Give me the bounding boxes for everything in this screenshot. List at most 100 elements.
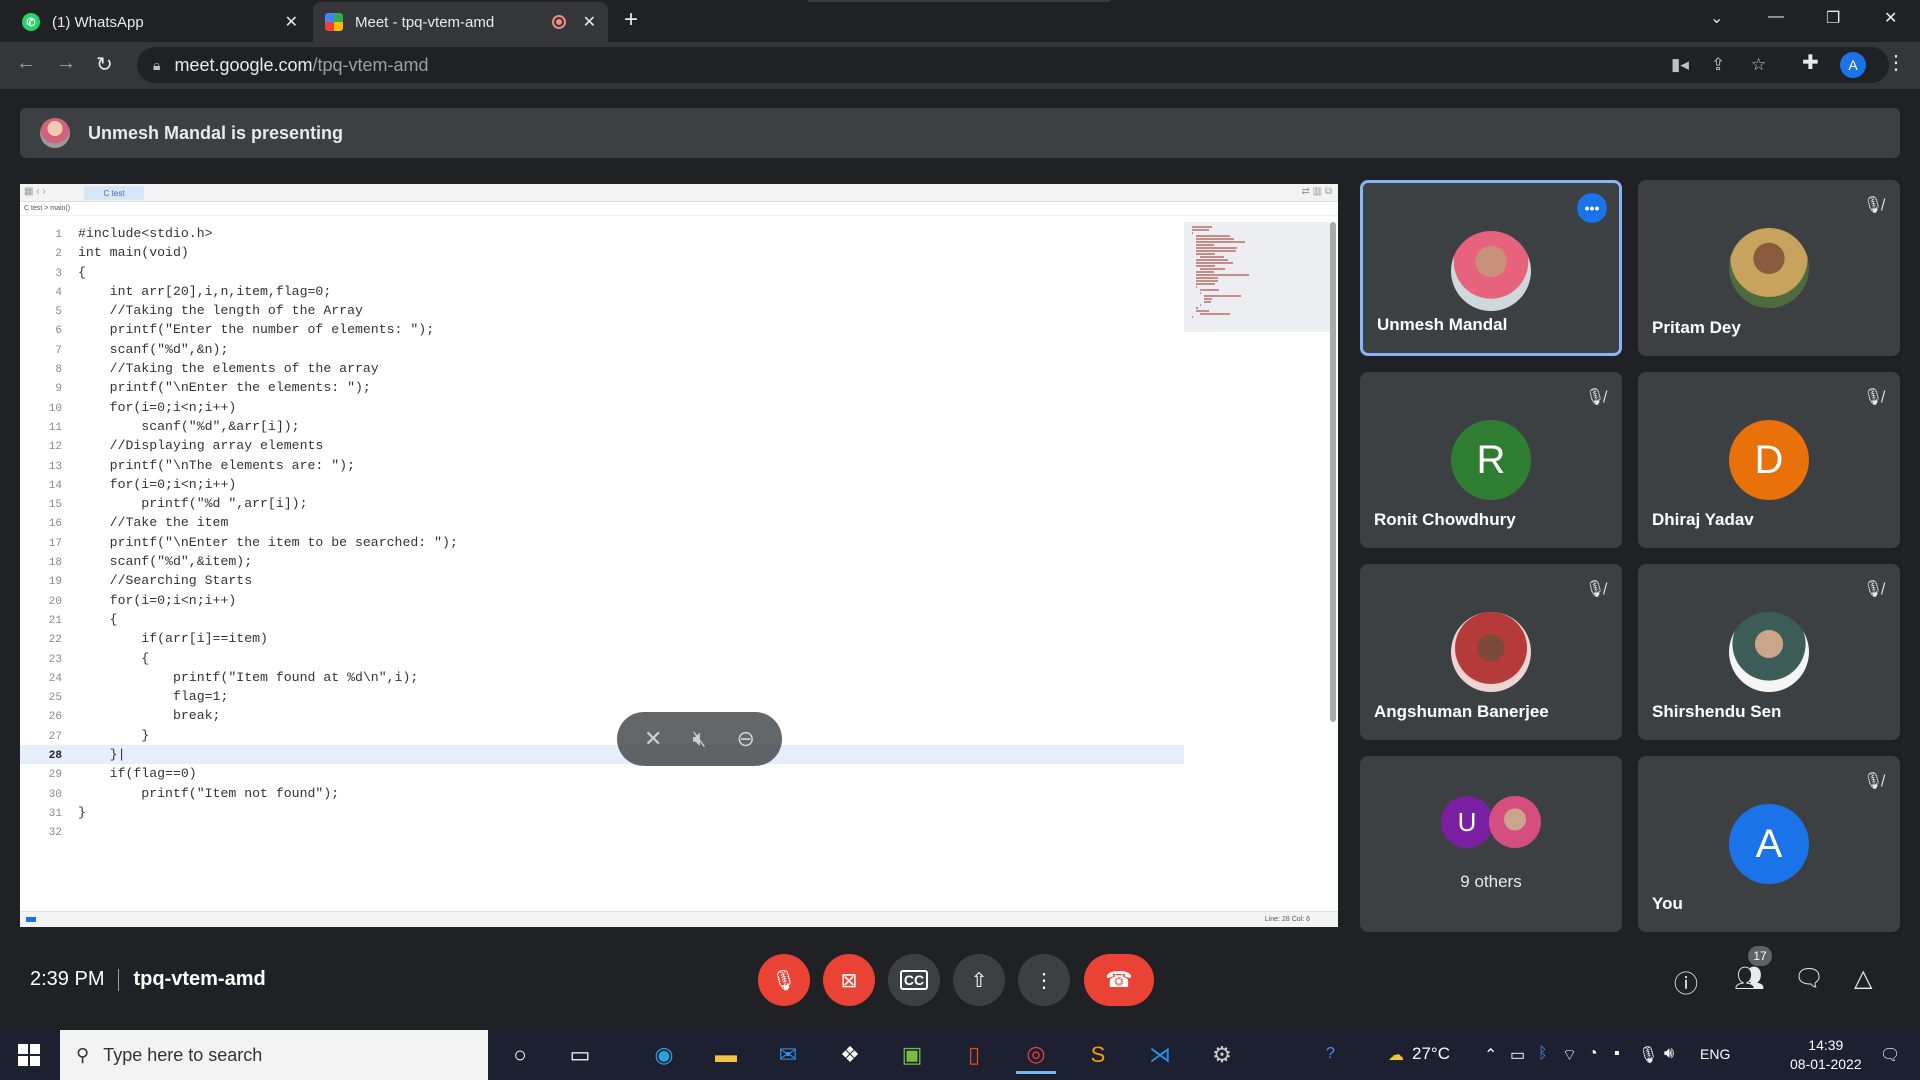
bluetooth-icon[interactable]: ᛒ [1538, 1045, 1548, 1063]
ide-file-tab: C test [84, 186, 144, 200]
avatar [1451, 612, 1531, 692]
mail-icon[interactable]: ✉ [768, 1036, 808, 1074]
close-tab-icon[interactable]: ✕ [583, 12, 596, 32]
presenting-banner: Unmesh Mandal is presenting [20, 108, 1900, 158]
edge-icon[interactable]: ◉ [644, 1036, 684, 1074]
reload-icon[interactable]: ↻ [96, 52, 113, 77]
volume-icon[interactable]: 🔊︎ [1664, 1045, 1674, 1063]
extensions-icon[interactable]: ✚ [1802, 50, 1819, 75]
participant-tile-dhiraj-yadav[interactable]: D 🎙︎̸ Dhiraj Yadav [1638, 372, 1900, 548]
network-icon[interactable]: ⌔ [1562, 1045, 1577, 1065]
mic-toggle-button[interactable]: 🎙︎ [758, 954, 810, 1006]
office-icon[interactable]: ▯ [954, 1036, 994, 1074]
participant-tile-ronit-chowdhury[interactable]: R 🎙︎̸ Ronit Chowdhury [1360, 372, 1622, 548]
search-icon: ⚲ [76, 1044, 90, 1065]
line-number: 32 [48, 827, 62, 840]
present-button[interactable]: ⇧ [953, 954, 1005, 1006]
presenting-text: Unmesh Mandal is presenting [88, 122, 344, 143]
camera-toggle-button[interactable]: ⊠ [823, 954, 875, 1006]
taskbar-search[interactable]: ⚲ Type here to search [60, 1030, 488, 1080]
microphone-icon[interactable]: 🎙︎ [1638, 1045, 1658, 1065]
settings-gear-icon[interactable]: ⚙ [1202, 1036, 1242, 1074]
participant-tile-shirshendu-sen[interactable]: 🎙︎̸ Shirshendu Sen [1638, 564, 1900, 740]
minimap-line [1204, 295, 1242, 297]
help-icon[interactable]: ? [1326, 1045, 1335, 1063]
show-hidden-icons[interactable]: ⌃ [1484, 1045, 1497, 1065]
participant-name: Unmesh Mandal [1377, 315, 1508, 334]
back-icon[interactable]: ← [16, 52, 36, 75]
tab-search-icon[interactable]: ⌄ [1710, 8, 1723, 28]
profile-avatar[interactable]: A [1840, 52, 1866, 78]
avatar: R [1451, 420, 1531, 500]
code-line: 25 flag=1; [20, 687, 1184, 706]
tab-meet[interactable]: Meet - tpq-vtem-amd ✕ [313, 2, 608, 42]
minimap-line [1192, 232, 1194, 234]
code-line: 5 //Taking the length of the Array [20, 301, 1184, 320]
more-options-icon[interactable]: ••• [1577, 193, 1607, 223]
chat-icon[interactable]: 🗨︎ [1794, 964, 1824, 993]
participant-tile-unmesh-mandal[interactable]: ••• Unmesh Mandal [1360, 180, 1622, 356]
cortana-icon[interactable]: ○ [500, 1036, 540, 1074]
avatar: D [1729, 420, 1809, 500]
file-explorer-icon[interactable]: ▬ [706, 1036, 746, 1074]
menu-icon[interactable]: ⋮ [1886, 50, 1906, 75]
minimap-line [1200, 304, 1202, 306]
camera-icon[interactable]: ▮◂ [1671, 55, 1689, 75]
code-text: } [78, 727, 150, 743]
participant-tile-angshuman-banerjee[interactable]: 🎙︎̸ Angshuman Banerjee [1360, 564, 1622, 740]
more-options-button[interactable]: ⋮ [1018, 954, 1070, 1006]
dropbox-icon[interactable]: ❖ [830, 1036, 870, 1074]
close-window-icon[interactable]: ✕ [1884, 8, 1897, 28]
presenter-avatar [40, 118, 70, 148]
sublime-text-icon[interactable]: S [1078, 1036, 1118, 1074]
participant-tile-you[interactable]: A 🎙︎̸ You [1638, 756, 1900, 932]
windows-start-icon[interactable] [18, 1044, 40, 1066]
activities-icon[interactable]: △ [1854, 964, 1872, 993]
address-bar[interactable]: 🔒︎ meet.google.com/tpq-vtem-amd ▮◂ ⇪ ☆ [137, 47, 1889, 83]
code-text: //Take the item [78, 515, 229, 531]
minimap-line [1196, 235, 1230, 237]
mic-off-icon: 🎙︎̸ [1862, 581, 1884, 598]
code-text: printf("Enter the number of elements: ")… [78, 322, 435, 338]
battery-icon[interactable]: ▭ [1510, 1045, 1525, 1065]
share-icon[interactable]: ⇪ [1711, 55, 1725, 75]
vscode-icon[interactable]: ⋊ [1140, 1036, 1180, 1074]
lock-icon[interactable]: 🔒︎ [153, 57, 160, 74]
participant-name: Shirshendu Sen [1652, 702, 1782, 721]
code-text: for(i=0;i<n;i++) [78, 592, 237, 608]
chrome-icon[interactable]: ◎ [1016, 1036, 1056, 1074]
captions-button[interactable]: CC [888, 954, 940, 1006]
restore-icon[interactable]: ❐ [1826, 8, 1840, 28]
language-indicator[interactable]: ENG [1700, 1046, 1730, 1062]
temperature[interactable]: 27°C [1412, 1044, 1450, 1064]
camera-tray-icon[interactable]: ▪ [1614, 1045, 1620, 1063]
avatar [1489, 796, 1541, 848]
new-tab-button[interactable]: + [624, 6, 638, 34]
tile-hover-controls: ✕ 🔇︎ ⊖ [617, 712, 782, 766]
participant-tile-others[interactable]: U 9 others [1360, 756, 1622, 932]
wifi-icon[interactable]: ◔ [1588, 1045, 1598, 1063]
forward-icon[interactable]: → [56, 52, 76, 75]
participant-tile-pritam-dey[interactable]: 🎙︎̸ Pritam Dey [1638, 180, 1900, 356]
weather-icon[interactable]: ☁ [1388, 1045, 1404, 1065]
people-icon[interactable]: 👥︎ [1734, 964, 1764, 993]
participant-name: Dhiraj Yadav [1652, 510, 1754, 529]
ide-nav-icons: ▦ ‹ › [24, 186, 46, 197]
meeting-details-icon[interactable]: ⓘ [1674, 964, 1698, 999]
code-text: printf("Item not found"); [78, 785, 340, 801]
tab-whatsapp[interactable]: ✆ (1) WhatsApp ✕ [10, 2, 310, 42]
camera-off-icon: ⊠ [840, 969, 858, 992]
android-studio-icon[interactable]: ▣ [892, 1036, 932, 1074]
code-line: 28 }| [20, 745, 1184, 765]
task-view-icon[interactable]: ▭ [560, 1036, 600, 1074]
bookmark-star-icon[interactable]: ☆ [1751, 55, 1766, 75]
notifications-icon[interactable]: 🗨︎ [1880, 1045, 1900, 1065]
code-line: 10 for(i=0;i<n;i++) [20, 398, 1184, 417]
recording-icon [552, 15, 566, 29]
taskbar-clock[interactable]: 14:39 08-01-2022 [1790, 1036, 1862, 1074]
code-text: //Taking the elements of the array [78, 361, 379, 377]
code-text: printf("%d ",arr[i]); [78, 496, 308, 512]
minimize-icon[interactable]: — [1768, 8, 1784, 26]
close-tab-icon[interactable]: ✕ [285, 12, 298, 32]
leave-call-button[interactable]: ☎︎ [1084, 954, 1154, 1006]
